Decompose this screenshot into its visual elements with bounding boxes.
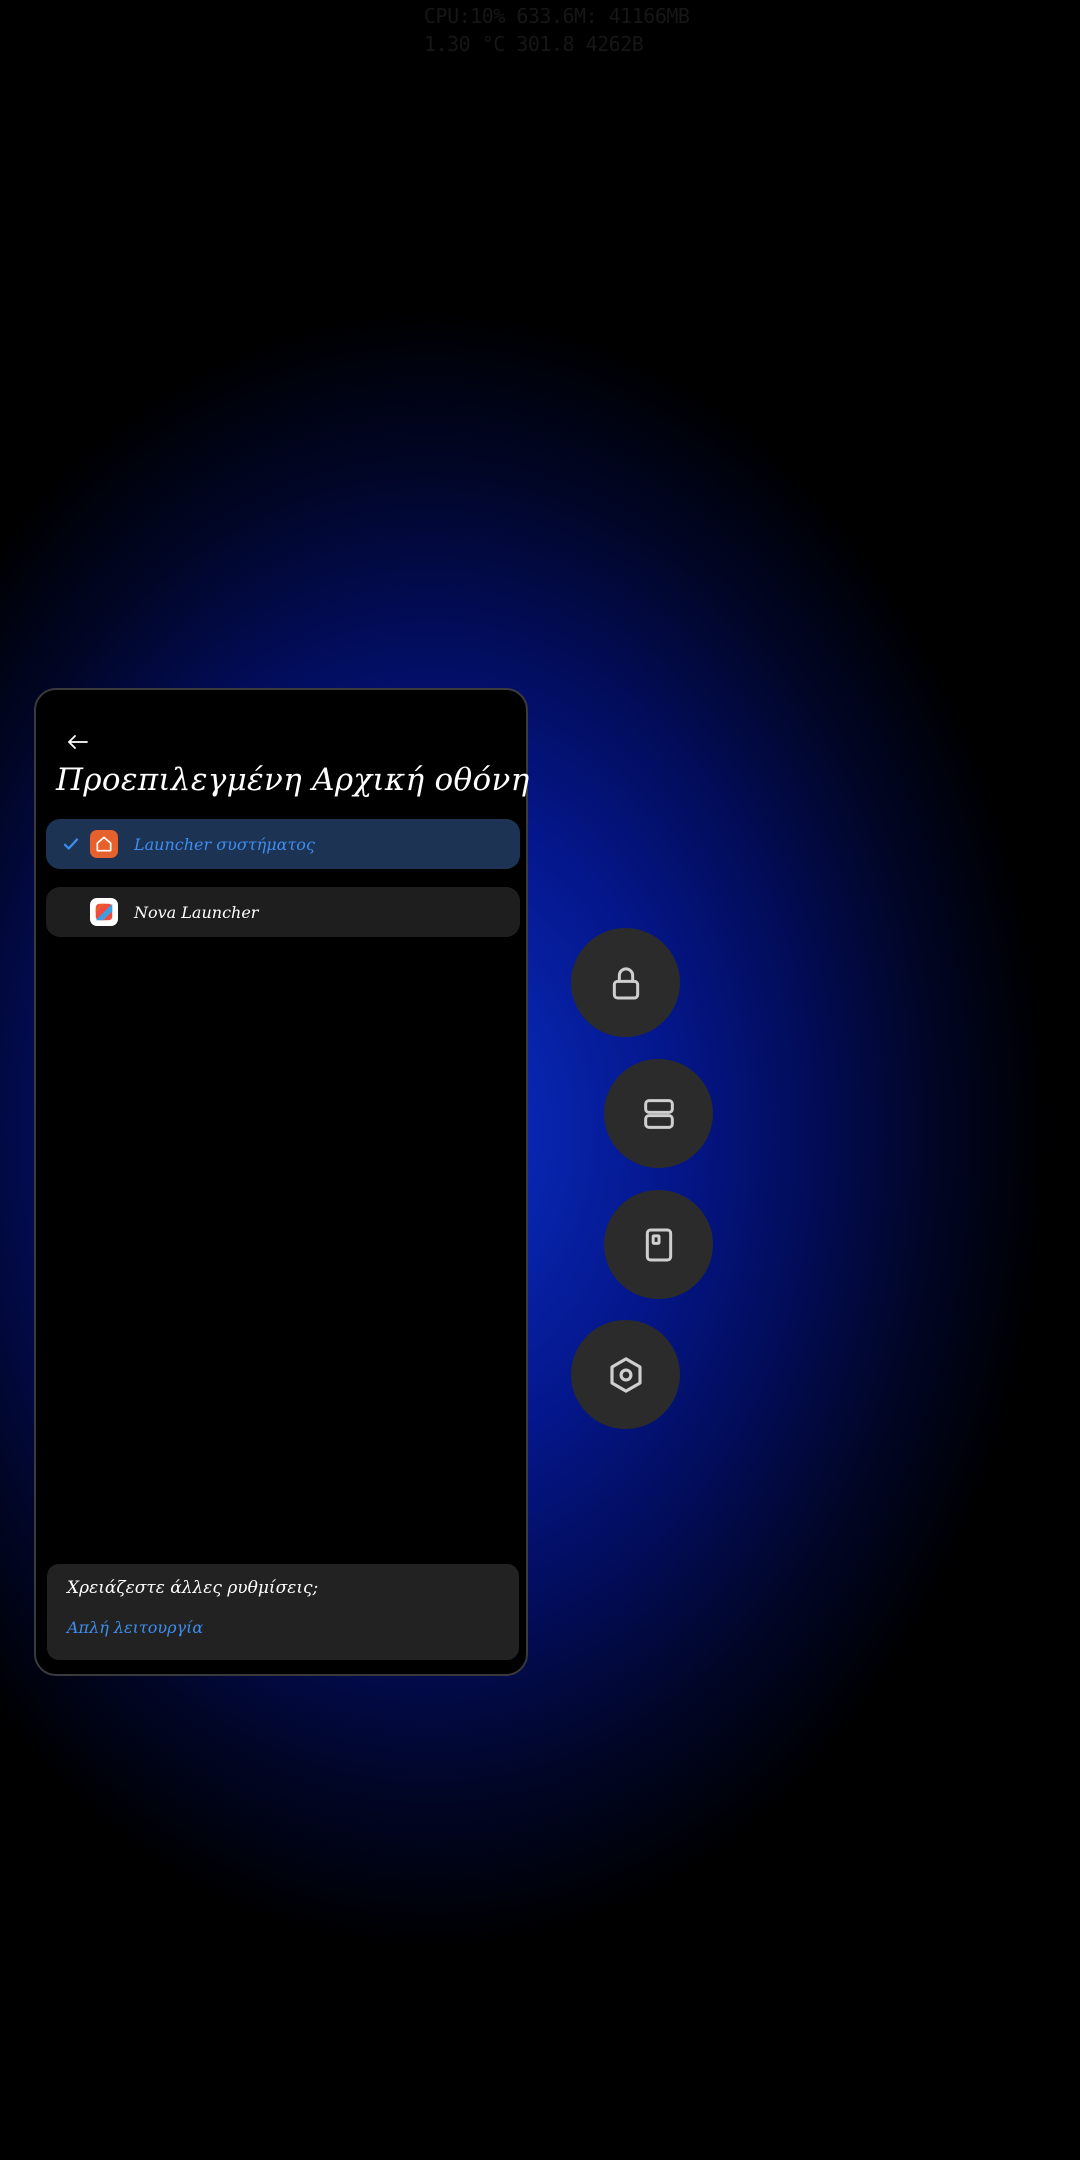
default-home-screen-panel: Προεπιλεγμένη Αρχική οθόνη Launcher συστ… [34,688,530,1676]
home-icon [90,830,118,858]
launcher-option-system[interactable]: Launcher συστήματος [46,819,520,869]
floating-window-icon [645,1228,672,1261]
more-settings-question: Χρειάζεστε άλλες ρυθμίσεις; [67,1578,319,1598]
split-screen-icon [643,1098,674,1129]
floating-window-button[interactable] [604,1190,713,1299]
page-title: Προεπιλεγμένη Αρχική οθόνη [56,762,530,798]
launcher-option-label: Nova Launcher [134,902,259,922]
launcher-option-label: Launcher συστήματος [134,834,315,854]
nova-launcher-icon [90,898,118,926]
simple-mode-link[interactable]: Απλή λειτουργία [67,1618,203,1637]
back-arrow-icon [68,735,88,749]
lock-button[interactable] [571,928,680,1037]
more-settings-card: Χρειάζεστε άλλες ρυθμίσεις; Απλή λειτουρ… [47,1564,519,1660]
debug-overlay: CPU:10% 633.6M: 41166MB 1.30 °C 301.8 42… [424,2,690,58]
back-button[interactable] [54,718,102,766]
check-icon [58,835,84,853]
lock-icon [612,966,639,999]
launcher-option-nova[interactable]: Nova Launcher [46,887,520,937]
debug-overlay-line-1: CPU:10% 633.6M: 41166MB [424,4,690,28]
settings-button[interactable] [571,1320,680,1429]
debug-overlay-line-2: 1.30 °C 301.8 4262B [424,32,644,56]
settings-icon [609,1356,642,1393]
split-screen-button[interactable] [604,1059,713,1168]
